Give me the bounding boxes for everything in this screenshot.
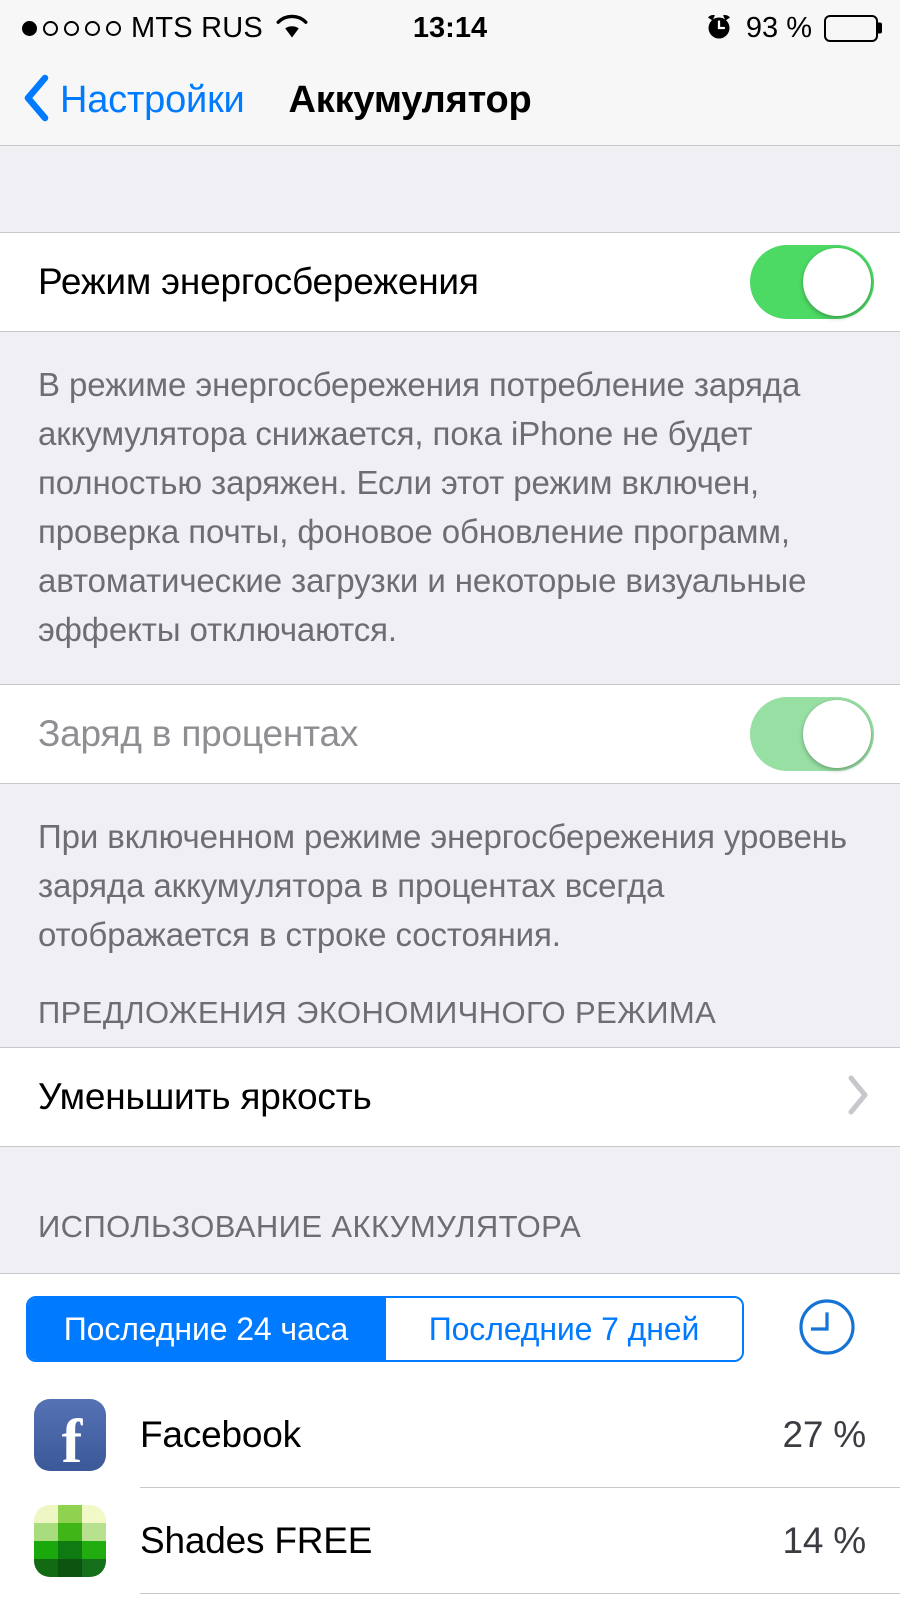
section-gap-top (0, 146, 900, 232)
back-button[interactable]: Настройки (22, 74, 245, 127)
signal-dot-3 (64, 20, 79, 36)
facebook-app-icon: f (34, 1399, 106, 1471)
battery-percent-label: 93 % (745, 11, 812, 44)
app-battery-percent: 14 % (782, 1520, 866, 1561)
status-bar: MTS RUS 13:14 93 % (0, 0, 900, 56)
carrier-label: MTS RUS (131, 11, 263, 44)
app-name: Shades FREE (140, 1520, 373, 1561)
segment-last-24-hours[interactable]: Последние 24 часа (28, 1298, 384, 1360)
toggle-knob (803, 248, 871, 316)
status-bar-right: 93 % (704, 11, 882, 46)
low-power-mode-cell[interactable]: Режим энергосбережения (0, 232, 900, 332)
chevron-left-icon (22, 74, 50, 127)
table-row[interactable]: f Facebook 27 % (0, 1382, 900, 1488)
app-battery-percent: 27 % (782, 1414, 866, 1455)
battery-icon (824, 14, 882, 42)
signal-dot-5 (106, 20, 121, 36)
battery-percentage-label: Заряд в процентах (38, 713, 359, 754)
table-row-partial[interactable] (0, 1594, 900, 1601)
battery-percentage-cell: Заряд в процентах (0, 684, 900, 784)
battery-percentage-footer: При включенном режиме энергосбережения у… (0, 784, 900, 989)
usage-period-row: Последние 24 часа Последние 7 дней (0, 1274, 900, 1382)
signal-dot-2 (43, 20, 58, 36)
low-power-mode-footer: В режиме энергосбережения потребление за… (0, 332, 900, 684)
suggestions-section-header: ПРЕДЛОЖЕНИЯ ЭКОНОМИЧНОГО РЕЖИМА (0, 989, 900, 1047)
toggle-knob (803, 700, 871, 768)
shades-app-icon (34, 1505, 106, 1577)
navigation-bar: Настройки Аккумулятор (0, 56, 900, 146)
signal-dot-4 (85, 20, 100, 36)
chevron-right-icon (846, 1074, 870, 1121)
reduce-brightness-label: Уменьшить яркость (38, 1076, 372, 1117)
app-name: Facebook (140, 1414, 301, 1455)
segment-last-7-days[interactable]: Последние 7 дней (384, 1298, 742, 1360)
low-power-mode-label: Режим энергосбережения (38, 261, 479, 302)
battery-usage-area: Последние 24 часа Последние 7 дней f Fac… (0, 1273, 900, 1601)
cellular-signal-dots (22, 20, 121, 36)
battery-percentage-toggle (750, 697, 874, 771)
usage-section-header: ИСПОЛЬЗОВАНИЕ АККУМУЛЯТОРА (0, 1147, 900, 1273)
reduce-brightness-cell[interactable]: Уменьшить яркость (0, 1047, 900, 1147)
battery-settings-screen: MTS RUS 13:14 93 % Настройки Аккумулятор… (0, 0, 900, 1601)
low-power-mode-toggle[interactable] (750, 245, 874, 319)
wifi-icon (275, 13, 309, 44)
status-bar-left: MTS RUS (22, 12, 309, 45)
table-row[interactable]: Shades FREE 14 % (0, 1488, 900, 1594)
page-title: Аккумулятор (288, 79, 532, 121)
show-usage-time-button[interactable] (798, 1298, 856, 1361)
back-button-label: Настройки (60, 79, 245, 121)
usage-period-segmented-control[interactable]: Последние 24 часа Последние 7 дней (26, 1296, 744, 1362)
clock-icon (798, 1298, 856, 1361)
battery-cap (878, 22, 882, 34)
signal-dot-1 (22, 20, 37, 36)
facebook-f-glyph: f (61, 1407, 83, 1471)
alarm-clock-icon (704, 11, 734, 46)
